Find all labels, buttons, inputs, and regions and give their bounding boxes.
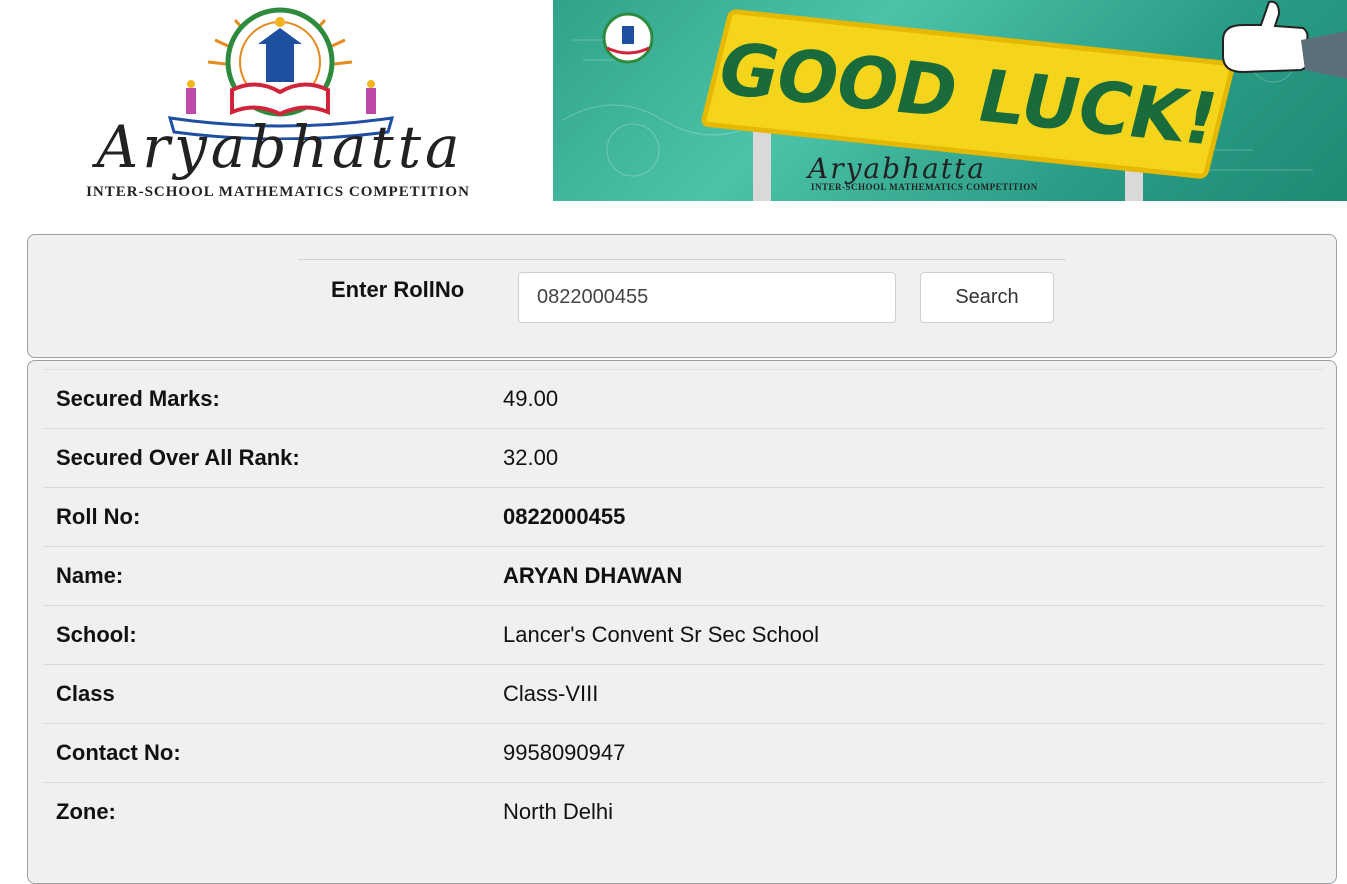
zone-value: North Delhi: [503, 799, 614, 825]
good-luck-banner: GOOD LUCK! Aryabhatta INTER-SCHOOL MATHE…: [553, 0, 1347, 201]
result-table: Secured Marks: 49.00 Secured Over All Ra…: [43, 369, 1323, 842]
name-value: ARYAN DHAWAN: [503, 563, 683, 588]
overall-rank-value: 32.00: [503, 445, 559, 470]
table-row: Secured Over All Rank: 32.00: [43, 428, 1323, 488]
contact-no-label: Contact No:: [56, 740, 181, 765]
zone-label: Zone:: [56, 799, 116, 825]
table-row: Roll No: 0822000455: [43, 487, 1323, 547]
table-row: Class Class-VIII: [43, 664, 1323, 724]
rollno-label: Enter RollNo: [331, 277, 465, 302]
school-value: Lancer's Convent Sr Sec School: [503, 622, 820, 647]
class-label: Class: [56, 681, 115, 706]
logo-wordmark: Aryabhatta: [96, 113, 464, 181]
logo-subtitle: INTER-SCHOOL MATHEMATICS COMPETITION: [86, 184, 470, 200]
banner-subtitle: INTER-SCHOOL MATHEMATICS COMPETITION: [811, 182, 1038, 192]
search-panel: Enter RollNo Search: [27, 234, 1337, 358]
name-label: Name:: [56, 563, 124, 588]
banner-emblem-icon: [602, 12, 654, 64]
roll-no-label: Roll No:: [56, 504, 141, 529]
secured-marks-label: Secured Marks:: [56, 386, 220, 411]
table-row: Contact No: 9958090947: [43, 723, 1323, 783]
search-button[interactable]: Search: [920, 272, 1054, 323]
overall-rank-label: Secured Over All Rank:: [56, 445, 300, 470]
result-panel: Secured Marks: 49.00 Secured Over All Ra…: [27, 360, 1337, 884]
table-row: Zone: North Delhi: [43, 782, 1323, 842]
competition-logo-banner: Aryabhatta INTER-SCHOOL MATHEMATICS COMP…: [0, 0, 548, 202]
class-value: Class-VIII: [503, 681, 599, 706]
thumbs-up-icon: [1222, 0, 1347, 79]
banner-wordmark: Aryabhatta: [808, 152, 986, 185]
divider: [298, 259, 1066, 260]
rollno-input[interactable]: [518, 272, 896, 323]
table-row: Name: ARYAN DHAWAN: [43, 546, 1323, 606]
school-label: School:: [56, 622, 137, 647]
table-row: School: Lancer's Convent Sr Sec School: [43, 605, 1323, 665]
secured-marks-value: 49.00: [503, 386, 559, 411]
table-row: Secured Marks: 49.00: [43, 369, 1323, 429]
contact-no-value: 9958090947: [503, 740, 626, 765]
roll-no-value: 0822000455: [503, 504, 626, 529]
